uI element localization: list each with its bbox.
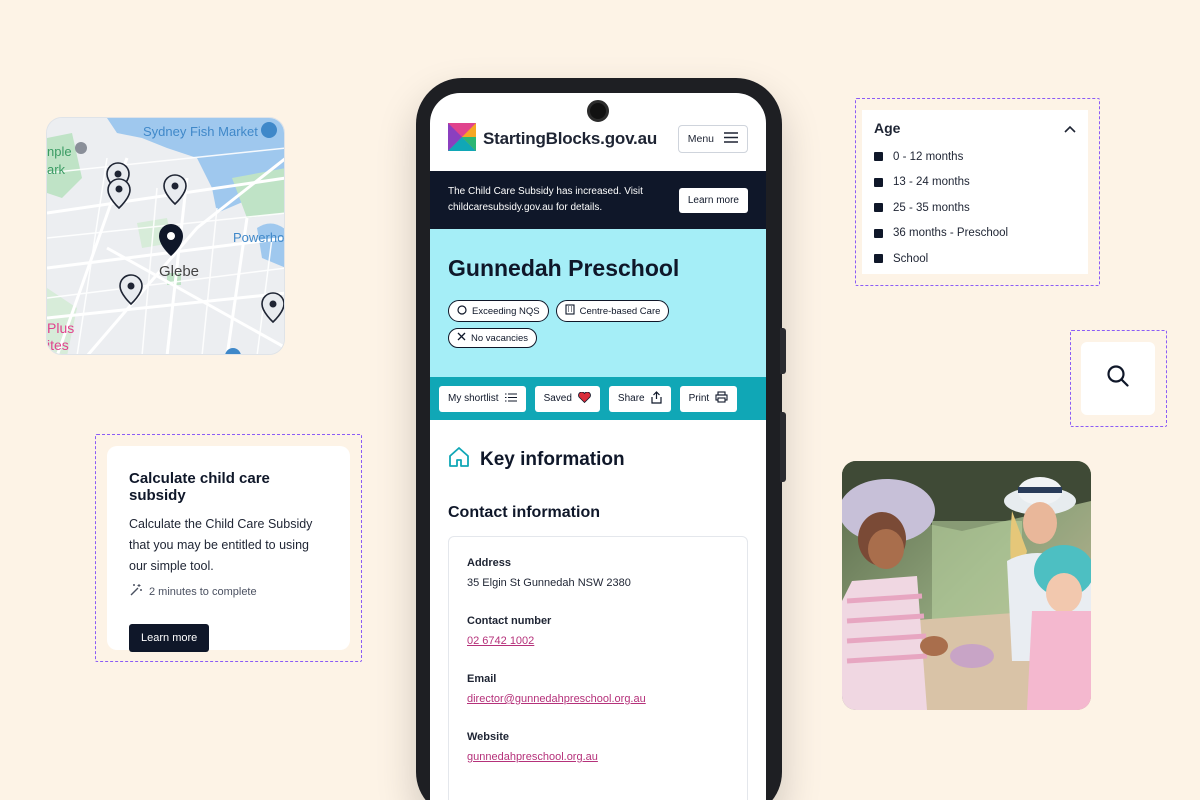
tag-label: Exceeding NQS [472,305,540,317]
service-hero: Gunnedah Preschool Exceeding NQS Centre-… [430,229,766,377]
checkbox[interactable] [874,254,883,264]
circle-icon [457,304,467,318]
phone-link[interactable]: 02 6742 1002 [467,635,729,647]
tag-care-type: Centre-based Care [555,300,670,322]
map-label-park-1: nple [47,144,72,159]
age-option[interactable]: 25 - 35 months [874,195,1076,221]
age-option-label: School [893,252,929,265]
age-option-label: 25 - 35 months [893,201,970,214]
contact-information-heading: Contact information [448,504,600,521]
map-label-powerhouse: Powerho [233,230,285,245]
logo-icon [448,122,476,156]
subsidy-calculator-card: Calculate child care subsidy Calculate t… [107,446,350,652]
banner-learn-more-button[interactable]: Learn more [678,187,748,213]
action-label: Saved [543,393,572,404]
tag-label: No vacancies [471,332,529,344]
map-label-fish-market: Sydney Fish Market [143,124,258,139]
age-option-label: 0 - 12 months [893,150,964,163]
phone-screen: StartingBlocks.gov.au Menu The Child Car… [430,93,766,800]
chevron-up-icon[interactable] [1064,120,1076,136]
checkbox[interactable] [874,228,883,238]
service-title: Gunnedah Preschool [448,255,680,281]
address-label: Address [467,557,512,569]
site-logo[interactable]: StartingBlocks.gov.au [448,122,658,156]
share-icon [651,390,662,407]
map-label-glebe: Glebe [159,263,200,280]
family-photo [842,461,1091,710]
website-label: Website [467,731,509,743]
map-label-park-2: ark [47,162,66,177]
age-option[interactable]: School [874,246,1076,272]
phone-volume-button [780,328,786,374]
email-link[interactable]: director@gunnedahpreschool.org.au [467,693,729,705]
age-option-label: 13 - 24 months [893,176,970,189]
email-label: Email [467,673,497,685]
saved-button[interactable]: Saved [534,385,600,412]
close-icon [457,332,466,344]
action-label: Print [688,393,710,404]
tag-vacancies: No vacancies [448,328,538,348]
website-link[interactable]: gunnedahpreschool.org.au [467,751,729,763]
phone-label: Contact number [467,615,552,627]
key-information-heading: Key information [448,446,748,474]
address-value: 35 Elgin St Gunnedah NSW 2380 [467,577,631,589]
age-filter: Age 0 - 12 months 13 - 24 months 25 - 35… [862,110,1088,274]
checkbox[interactable] [874,177,883,187]
map-label-ites: ites [47,337,69,353]
hamburger-icon [724,132,738,146]
shortlist-button[interactable]: My shortlist [439,385,526,412]
calculator-learn-more-button[interactable]: Learn more [129,624,210,652]
phone-side-button [780,412,786,482]
heart-icon [578,391,591,406]
tag-label: Centre-based Care [579,305,661,317]
printer-icon [715,391,728,406]
map-card[interactable]: Sydney Fish Market Powerho Glebe nple ar… [46,117,285,355]
logo-text: StartingBlocks.gov.au [483,129,658,148]
home-icon [448,446,470,474]
action-bar: My shortlist Saved Share Print [430,377,766,420]
print-button[interactable]: Print [679,385,738,412]
menu-label: Menu [687,133,714,145]
service-tags: Exceeding NQS Centre-based Care No vacan… [448,300,698,348]
age-filter-title: Age [874,120,901,136]
calculator-description: Calculate the Child Care Subsidy that yo… [129,517,313,573]
action-label: Share [617,393,645,404]
key-information-title: Key information [480,449,625,470]
age-option[interactable]: 13 - 24 months [874,170,1076,196]
magic-wand-icon [129,583,143,600]
announcement-banner: The Child Care Subsidy has increased. Vi… [430,171,766,229]
checkbox[interactable] [874,203,883,213]
search-button[interactable] [1081,342,1155,415]
age-option-label: 36 months - Preschool [893,227,1009,240]
list-icon [504,392,517,405]
key-information-section: Key information Contact information Addr… [430,420,766,800]
building-icon [565,304,575,318]
calculator-time: 2 minutes to complete [129,583,328,600]
calculator-time-text: 2 minutes to complete [149,585,257,598]
contact-card: Address 35 Elgin St Gunnedah NSW 2380 Co… [448,536,748,800]
age-filter-header[interactable]: Age [874,120,1076,136]
tag-nqs-rating: Exceeding NQS [448,300,549,322]
map-label-plus: Plus [47,320,75,336]
camera-notch [587,100,609,122]
menu-button[interactable]: Menu [677,125,748,153]
action-label: My shortlist [448,393,499,404]
share-button[interactable]: Share [608,385,671,412]
checkbox[interactable] [874,152,883,162]
calculator-title: Calculate child care subsidy [129,470,270,504]
age-option[interactable]: 36 months - Preschool [874,221,1076,247]
age-option[interactable]: 0 - 12 months [874,144,1076,170]
search-icon [1106,364,1130,393]
banner-text: The Child Care Subsidy has increased. Vi… [448,186,643,213]
